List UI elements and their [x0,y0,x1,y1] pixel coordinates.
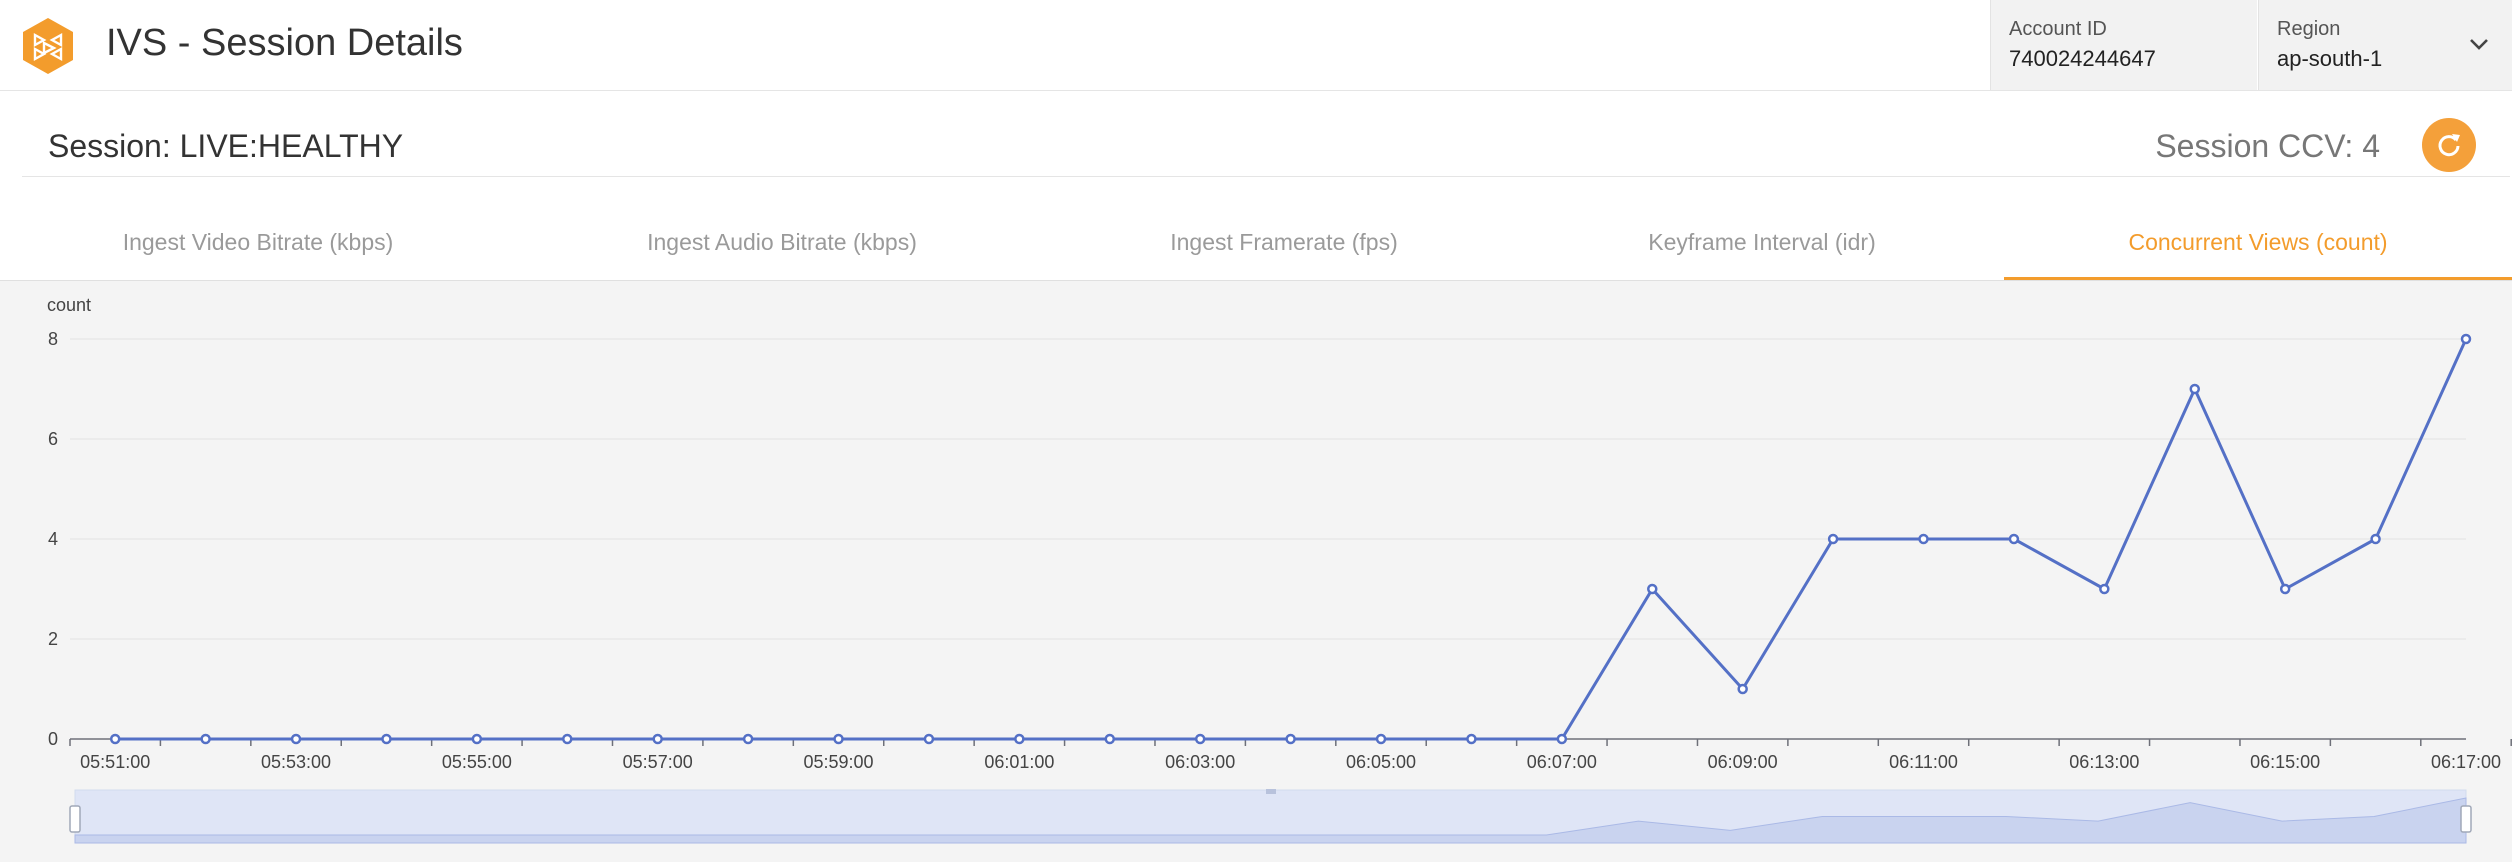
x-tick-label: 05:57:00 [623,752,693,772]
data-point [1375,733,1387,745]
x-tick-label: 05:55:00 [442,752,512,772]
y-axis-label: count [47,295,91,315]
zoom-slider-move-handle[interactable] [1266,789,1276,794]
x-tick-label: 06:05:00 [1346,752,1416,772]
tab-concurrent-views[interactable]: Concurrent Views (count) [2004,210,2512,280]
x-tick-label: 06:09:00 [1708,752,1778,772]
refresh-button[interactable] [2422,118,2476,172]
data-point [471,733,483,745]
data-point [1647,583,1658,595]
chart-area: 0 2 4 6 8 count 05:51:00 05:53:00 05:55:00 05:57:… [0,281,2512,862]
y-tick-label: 2 [48,629,58,649]
metric-tabs: Ingest Video Bitrate (kbps) Ingest Audio… [0,210,2512,281]
data-point [562,733,573,745]
data-point [2189,383,2201,395]
x-tick-label: 06:01:00 [984,752,1054,772]
data-point [1827,533,1839,545]
data-point [1194,733,1206,745]
data-point [200,733,211,745]
tab-ingest-video-bitrate[interactable]: Ingest Video Bitrate (kbps) [0,210,516,280]
data-point [2370,533,2381,545]
account-id-field: Account ID 740024244647 [1990,0,2257,90]
top-bar: IVS - Session Details Account ID 7400242… [0,0,2512,91]
data-point [1737,683,1748,695]
data-point [1285,733,1296,745]
session-header: Session: LIVE:HEALTHY Session CCV: 4 [22,92,2510,177]
session-title: Session: LIVE:HEALTHY [48,128,404,164]
data-point [1918,533,1929,545]
data-point [1556,733,1568,745]
x-tick-label: 06:11:00 [1889,752,1958,772]
concurrent-views-chart: 0 2 4 6 8 count 05:51:00 05:53:00 05:55:00 05:57:… [47,295,2512,844]
x-tick-label: 05:59:00 [803,752,873,772]
region-value: ap-south-1 [2277,46,2383,71]
app-title: IVS - Session Details [106,22,463,64]
y-tick-label: 0 [48,729,58,749]
x-tick-label: 06:07:00 [1527,752,1597,772]
data-point [2008,533,2020,545]
x-tick-label: 06:13:00 [2069,752,2139,772]
data-point [2099,583,2110,595]
data-point [833,733,844,745]
tab-keyframe-interval[interactable]: Keyframe Interval (idr) [1520,210,2004,280]
data-point [381,733,392,745]
data-point [1466,733,1477,745]
data-point [742,733,754,745]
x-tick-label: 05:51:00 [80,752,150,772]
zoom-slider-right-handle[interactable] [2460,805,2472,833]
region-select[interactable]: Region ap-south-1 [2258,0,2512,90]
data-point [652,733,663,745]
x-tick-label: 05:53:00 [261,752,331,772]
x-tick-label: 06:17:00 [2431,752,2501,772]
data-point [290,733,302,745]
tab-ingest-framerate[interactable]: Ingest Framerate (fps) [1048,210,1520,280]
data-point [2460,333,2472,345]
y-tick-label: 6 [48,429,58,449]
data-point [109,733,121,745]
y-tick-label: 4 [48,529,58,549]
y-tick-label: 8 [48,329,58,349]
data-point [1014,733,1025,745]
hexagon-play-logo-icon [23,18,73,74]
x-tick-label: 06:03:00 [1165,752,1235,772]
x-tick-label: 06:15:00 [2250,752,2320,772]
chevron-down-icon [2470,39,2488,50]
account-id-label: Account ID [2009,18,2107,40]
data-point [2279,583,2291,595]
region-label: Region [2277,18,2341,40]
data-point [1104,733,1116,745]
account-id-value: 740024244647 [2009,46,2156,71]
data-point [923,733,935,745]
tab-ingest-audio-bitrate[interactable]: Ingest Audio Bitrate (kbps) [516,210,1048,280]
refresh-icon [2438,134,2460,157]
session-ccv: Session CCV: 4 [2155,128,2380,164]
zoom-slider-left-handle[interactable] [69,805,81,833]
